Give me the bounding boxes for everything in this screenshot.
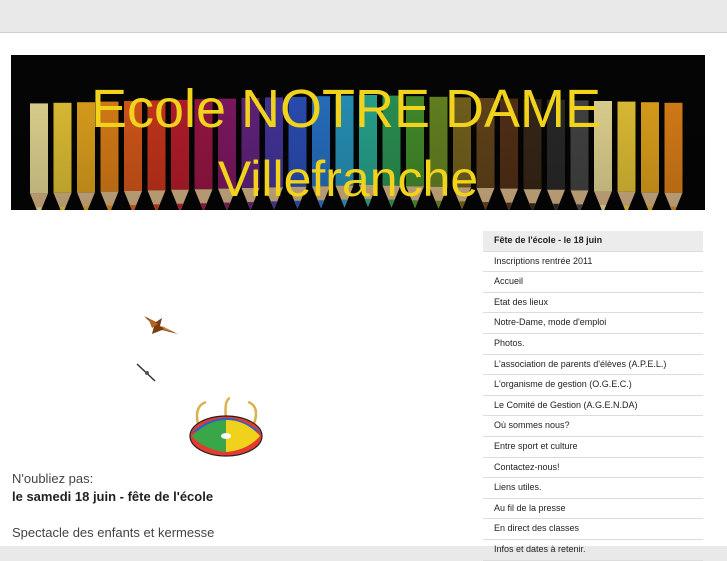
sidebar-item-agenda[interactable]: Le Comité de Gestion (A.G.E.N.DA) xyxy=(483,396,703,417)
sidebar-item-apel[interactable]: L'association de parents d'élèves (A.P.E… xyxy=(483,355,703,376)
sidebar-item-mode-emploi[interactable]: Notre-Dame, mode d'emploi xyxy=(483,313,703,334)
sidebar-item-accueil[interactable]: Accueil xyxy=(483,272,703,293)
event-date: le samedi 18 juin - fête de l'école xyxy=(12,489,214,504)
needle-icon xyxy=(135,362,159,389)
sidebar-item-infos-dates[interactable]: Infos et dates à retenir. xyxy=(483,540,703,561)
sidebar-item-sport-culture[interactable]: Entre sport et culture xyxy=(483,437,703,458)
sidebar-item-ogec[interactable]: L'organisme de gestion (O.G.E.C.) xyxy=(483,375,703,396)
sidebar-item-inscriptions[interactable]: Inscriptions rentrée 2011 xyxy=(483,252,703,273)
reminder-text: N'oubliez pas: xyxy=(12,471,94,486)
site-title-line1: Ecole NOTRE DAME xyxy=(90,79,602,139)
sidebar-item-contact[interactable]: Contactez-nous! xyxy=(483,458,703,479)
site-title-line2: Villefranche xyxy=(217,151,479,207)
main-content: N'oubliez pas: le samedi 18 juin - fête … xyxy=(12,470,462,542)
event-description: Spectacle des enfants et kermesse xyxy=(12,525,215,540)
sidebar-item-presse[interactable]: Au fil de la presse xyxy=(483,499,703,520)
header-banner: Ecole NOTRE DAME Villefranche xyxy=(11,55,705,210)
sidebar-item-etat-des-lieux[interactable]: Etat des lieux xyxy=(483,293,703,314)
sidebar-item-liens[interactable]: Liens utiles. xyxy=(483,478,703,499)
sidebar-item-fete[interactable]: Fête de l'école - le 18 juin xyxy=(483,231,703,252)
sidebar-item-photos[interactable]: Photos. xyxy=(483,334,703,355)
sidebar-item-ou-sommes-nous[interactable]: Où sommes nous? xyxy=(483,416,703,437)
sidebar-item-classes[interactable]: En direct des classes xyxy=(483,519,703,540)
sidebar-nav: Fête de l'école - le 18 juin Inscription… xyxy=(483,231,703,561)
carousel-icon xyxy=(186,396,266,465)
butterfly-icon xyxy=(140,312,182,343)
